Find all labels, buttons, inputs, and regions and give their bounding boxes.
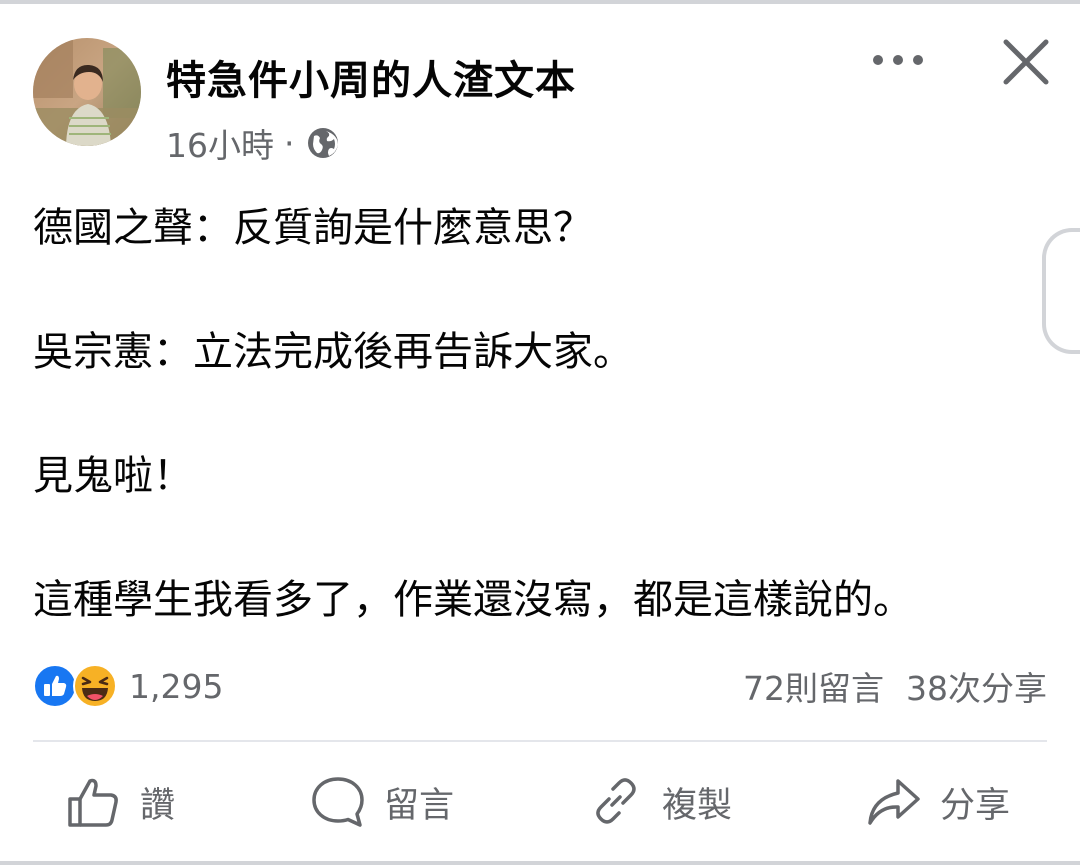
- divider: [33, 740, 1047, 742]
- reaction-count: 1,295: [129, 666, 224, 706]
- share-label: 分享: [940, 785, 1011, 826]
- globe-icon: [305, 125, 341, 161]
- meta-separator: ·: [284, 123, 295, 163]
- shares-count[interactable]: 38次分享: [906, 662, 1047, 710]
- post-dialog: 特急件小周的人渣文本 16小時 · 德國之聲：反質詢是什麼意思？ 吳宗憲：立法完…: [0, 0, 1080, 865]
- like-button[interactable]: 讚: [66, 770, 175, 834]
- comments-count[interactable]: 72則留言: [743, 662, 884, 710]
- haha-reaction-icon: [73, 664, 117, 708]
- post-line: 吳宗憲：立法完成後再告訴大家。: [33, 329, 633, 375]
- side-scroll-handle[interactable]: [1042, 228, 1080, 354]
- share-button[interactable]: 分享: [866, 770, 1010, 834]
- reactions-summary[interactable]: 1,295: [33, 663, 223, 709]
- copy-link-button[interactable]: 複製: [588, 770, 732, 834]
- post-body: 德國之聲：反質詢是什麼意思？ 吳宗憲：立法完成後再告訴大家。 見鬼啦！ 這種學生…: [33, 196, 1033, 632]
- post-line: 德國之聲：反質詢是什麼意思？: [33, 205, 593, 251]
- post-line: 見鬼啦！: [33, 453, 193, 499]
- post-stats: 72則留言 38次分享: [743, 663, 1047, 709]
- more-options-icon[interactable]: [868, 40, 928, 80]
- share-arrow-icon: [868, 779, 920, 825]
- post-time[interactable]: 16小時: [166, 119, 274, 167]
- like-label: 讚: [140, 785, 176, 826]
- comment-bubble-icon: [312, 777, 364, 827]
- comment-button[interactable]: 留言: [310, 770, 454, 834]
- top-border: [0, 0, 1080, 4]
- close-icon[interactable]: [998, 34, 1054, 90]
- post-line: 這種學生我看多了，作業還沒寫，都是這樣說的。: [33, 577, 913, 623]
- author-name[interactable]: 特急件小周的人渣文本: [166, 48, 576, 106]
- bottom-border: [0, 861, 1080, 865]
- author-avatar[interactable]: [33, 38, 141, 146]
- post-meta: 16小時 ·: [166, 120, 341, 166]
- link-icon: [596, 778, 636, 824]
- copy-label: 複製: [662, 785, 733, 826]
- comment-label: 留言: [384, 785, 455, 826]
- like-reaction-icon: [33, 664, 77, 708]
- thumbs-up-icon: [68, 778, 118, 827]
